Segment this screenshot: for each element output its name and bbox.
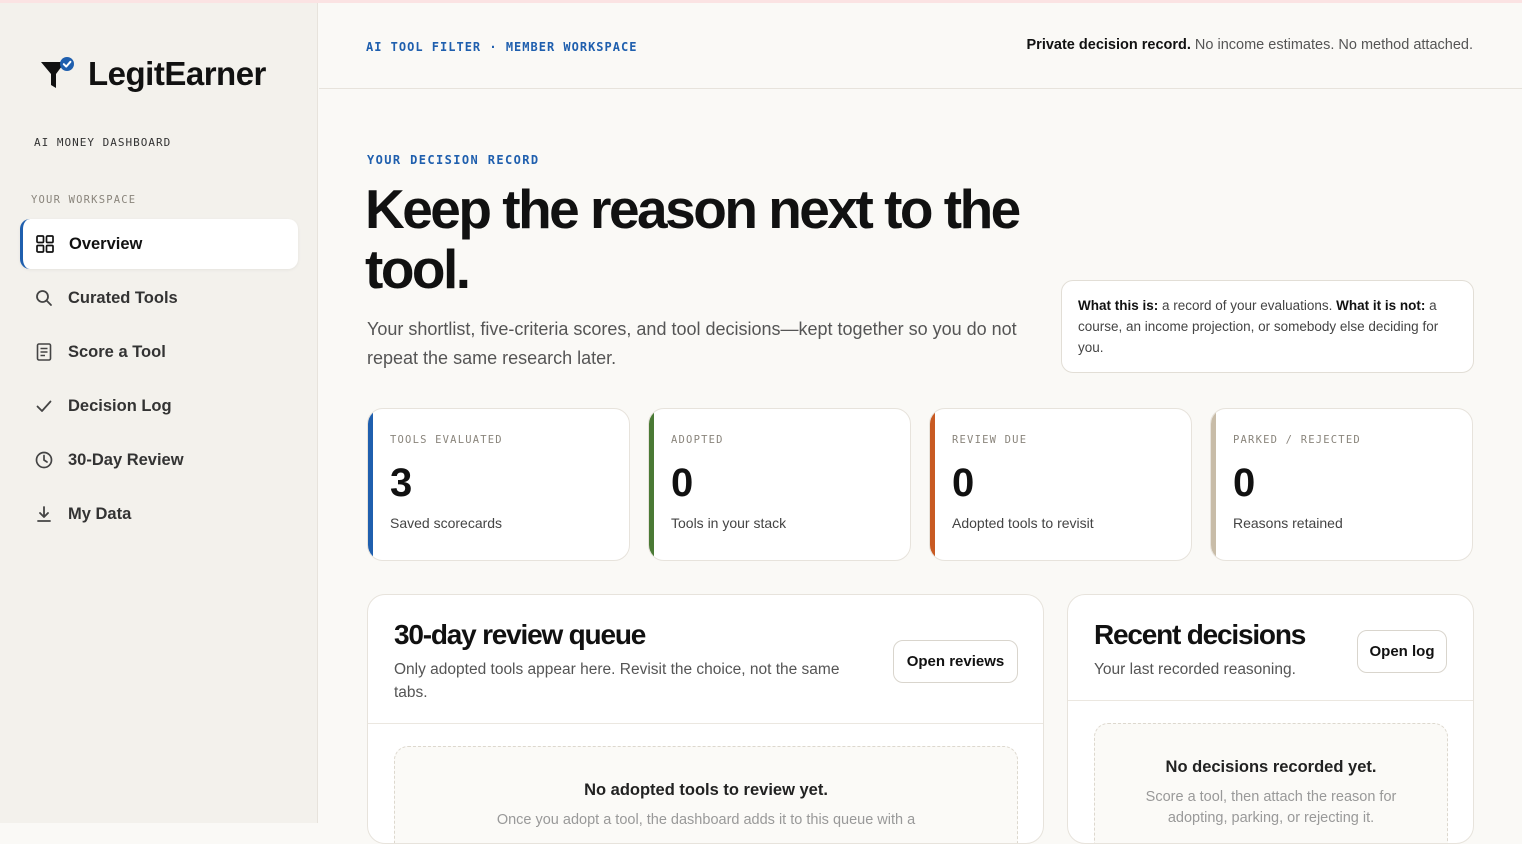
document-icon	[34, 342, 54, 362]
what-this-is-box: What this is: a record of your evaluatio…	[1061, 280, 1474, 373]
empty-state-text: Once you adopt a tool, the dashboard add…	[496, 812, 916, 828]
section-kicker: YOUR DECISION RECORD	[367, 153, 540, 167]
empty-state-title: No decisions recorded yet.	[1165, 758, 1377, 776]
sidebar-item-label: Overview	[69, 234, 143, 253]
brand-name: LegitEarner	[88, 55, 266, 92]
review-queue-empty-state: No adopted tools to review yet. Once you…	[394, 746, 1018, 843]
recent-decisions-desc: Your last recorded reasoning.	[1094, 661, 1296, 678]
recent-decisions-title: Recent decisions	[1094, 619, 1306, 650]
recent-decisions-card: Recent decisions Your last recorded reas…	[1067, 594, 1474, 844]
review-queue-card: 30-day review queue Only adopted tools a…	[367, 594, 1044, 844]
stat-accent-bar	[649, 409, 654, 560]
stat-label: ADOPTED	[671, 434, 724, 446]
sidebar-item-30-day-review[interactable]: 30-Day Review	[20, 435, 298, 485]
page-lead: Your shortlist, five-criteria scores, an…	[367, 319, 1017, 368]
clock-icon	[34, 450, 54, 470]
workspace-section-label: YOUR WORKSPACE	[31, 194, 137, 206]
stat-card-tools-evaluated[interactable]: TOOLS EVALUATED 3 Saved scorecards	[367, 408, 630, 561]
sidebar-nav: Overview Curated Tools Score a Tool Deci…	[20, 219, 298, 543]
download-icon	[34, 504, 54, 524]
stat-value: 0	[1233, 461, 1256, 505]
recent-decisions-empty-state: No decisions recorded yet. Score a tool,…	[1094, 723, 1448, 843]
open-reviews-button[interactable]: Open reviews	[893, 640, 1018, 683]
what-is-label: What this is:	[1078, 298, 1159, 313]
review-queue-desc: Only adopted tools appear here. Revisit …	[394, 661, 840, 701]
stat-value: 3	[390, 461, 413, 505]
open-log-button[interactable]: Open log	[1357, 630, 1447, 673]
dashboard-label: AI MONEY DASHBOARD	[34, 136, 172, 149]
recent-decisions-header: Recent decisions Your last recorded reas…	[1068, 595, 1473, 701]
stat-label: TOOLS EVALUATED	[390, 434, 503, 446]
sidebar-item-overview[interactable]: Overview	[20, 219, 298, 269]
review-queue-header: 30-day review queue Only adopted tools a…	[368, 595, 1043, 724]
sidebar-item-label: My Data	[68, 504, 132, 523]
grid-icon	[35, 234, 55, 254]
sidebar-item-label: Curated Tools	[68, 288, 178, 307]
sidebar-item-curated-tools[interactable]: Curated Tools	[20, 273, 298, 323]
review-queue-title: 30-day review queue	[394, 619, 646, 650]
stat-accent-bar	[930, 409, 935, 560]
privacy-notice-strong: Private decision record.	[1026, 37, 1191, 53]
sidebar-item-score-a-tool[interactable]: Score a Tool	[20, 327, 298, 377]
top-header: AI TOOL FILTER · MEMBER WORKSPACE Privat…	[319, 3, 1522, 89]
sidebar-item-label: Decision Log	[68, 396, 172, 415]
sidebar-item-decision-log[interactable]: Decision Log	[20, 381, 298, 431]
page-title: Keep the reason next to the tool.	[365, 178, 1021, 300]
stat-card-adopted[interactable]: ADOPTED 0 Tools in your stack	[648, 408, 911, 561]
top-accent-line	[0, 0, 1522, 3]
stat-value: 0	[671, 461, 694, 505]
stat-accent-bar	[368, 409, 373, 560]
funnel-logo-icon	[40, 56, 76, 92]
stats-row: TOOLS EVALUATED 3 Saved scorecards ADOPT…	[367, 408, 1474, 561]
privacy-notice-text: No income estimates. No method attached.	[1190, 37, 1473, 53]
stat-sub: Reasons retained	[1233, 515, 1343, 531]
brand[interactable]: LegitEarner	[40, 55, 266, 93]
empty-state-title: No adopted tools to review yet.	[584, 781, 828, 799]
sidebar-item-label: Score a Tool	[68, 342, 166, 361]
sidebar-item-label: 30-Day Review	[68, 450, 184, 469]
main-content: YOUR DECISION RECORD Keep the reason nex…	[365, 89, 1474, 844]
stat-value: 0	[952, 461, 975, 505]
breadcrumb: AI TOOL FILTER · MEMBER WORKSPACE	[366, 40, 638, 54]
sidebar: LegitEarner AI MONEY DASHBOARD YOUR WORK…	[0, 0, 318, 823]
stat-card-parked-rejected[interactable]: PARKED / REJECTED 0 Reasons retained	[1210, 408, 1473, 561]
stat-sub: Tools in your stack	[671, 515, 787, 531]
search-icon	[34, 288, 54, 308]
what-not-label: What it is not:	[1336, 298, 1426, 313]
check-icon	[34, 396, 54, 416]
stat-card-review-due[interactable]: REVIEW DUE 0 Adopted tools to revisit	[929, 408, 1192, 561]
what-is-text: a record of your evaluations.	[1158, 298, 1337, 313]
stat-sub: Adopted tools to revisit	[952, 515, 1094, 531]
privacy-notice: Private decision record. No income estim…	[1027, 37, 1474, 53]
stat-label: PARKED / REJECTED	[1233, 434, 1361, 446]
stat-sub: Saved scorecards	[390, 515, 503, 531]
stat-label: REVIEW DUE	[952, 434, 1028, 446]
sidebar-item-my-data[interactable]: My Data	[20, 489, 298, 539]
stat-accent-bar	[1211, 409, 1216, 560]
